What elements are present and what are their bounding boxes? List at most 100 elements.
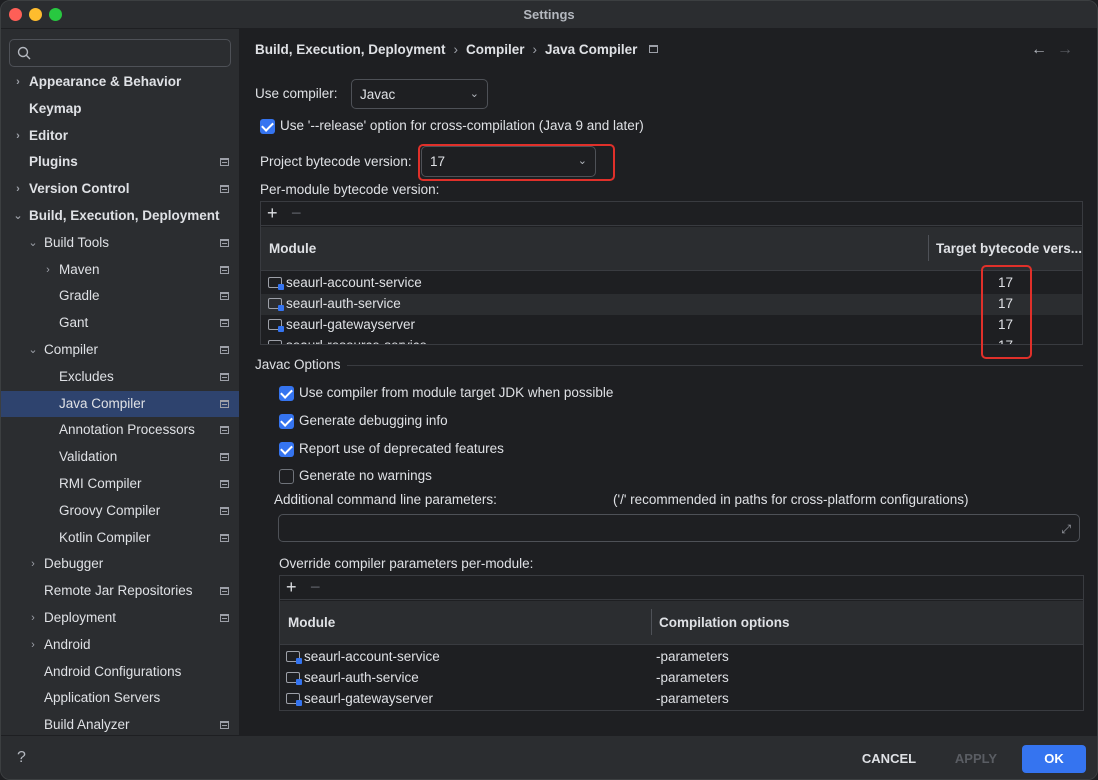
sidebar-item-build-execution-deployment[interactable]: ⌄ Build, Execution, Deployment: [1, 203, 239, 230]
module-folder-icon: [268, 277, 284, 290]
no-warnings-checkbox[interactable]: [279, 469, 294, 484]
additional-params-hint: ('/' recommended in paths for cross-plat…: [613, 492, 969, 507]
module-folder-icon: [286, 651, 302, 664]
column-header-module[interactable]: Module: [269, 241, 316, 256]
sidebar-item-maven[interactable]: › Maven: [1, 257, 239, 284]
sidebar-item-label: Remote Jar Repositories: [44, 583, 193, 599]
project-scope-icon: [220, 533, 229, 542]
use-compiler-value: Javac: [360, 87, 396, 102]
sidebar-item-debugger[interactable]: › Debugger: [1, 551, 239, 578]
module-bytecode-table: + − Module Target bytecode vers... seaur…: [260, 201, 1083, 345]
table-row[interactable]: seaurl-account-service 17: [261, 273, 1082, 294]
remove-icon[interactable]: −: [310, 577, 321, 598]
sidebar-item-java-compiler[interactable]: Java Compiler: [1, 390, 239, 418]
sidebar-item-label: Kotlin Compiler: [59, 529, 151, 545]
module-name: seaurl-gatewayserver: [304, 691, 434, 706]
javac-options-title: Javac Options: [255, 357, 341, 372]
chevron-down-icon[interactable]: ⌄: [12, 203, 24, 230]
no-warnings-label: Generate no warnings: [299, 468, 432, 483]
module-name: seaurl-auth-service: [304, 670, 419, 685]
column-divider[interactable]: [651, 609, 652, 635]
highlight-annotation: [981, 265, 1032, 359]
sidebar-item-compiler[interactable]: ⌄ Compiler: [1, 337, 239, 364]
sidebar-item-deployment[interactable]: › Deployment: [1, 605, 239, 632]
table-row[interactable]: seaurl-account-service -parameters: [280, 647, 1083, 668]
chevron-right-icon[interactable]: ›: [27, 551, 39, 578]
help-icon[interactable]: ?: [17, 749, 26, 767]
sidebar-item-gant[interactable]: Gant: [1, 310, 239, 337]
table-row[interactable]: seaurl-resource-service 17: [261, 336, 1082, 344]
use-target-jdk-checkbox[interactable]: [279, 386, 294, 401]
sidebar-item-annotation-processors[interactable]: Annotation Processors: [1, 417, 239, 444]
sidebar-item-label: Gant: [59, 315, 89, 331]
add-icon[interactable]: +: [286, 577, 297, 598]
breadcrumb-item[interactable]: Compiler: [466, 42, 525, 57]
ok-button[interactable]: OK: [1022, 745, 1086, 773]
chevron-down-icon[interactable]: ⌄: [27, 337, 39, 364]
sidebar-item-build-analyzer[interactable]: Build Analyzer: [1, 712, 239, 735]
chevron-right-icon[interactable]: ›: [42, 257, 54, 284]
compilation-options: -parameters: [656, 670, 729, 685]
module-name: seaurl-resource-service: [286, 338, 427, 344]
sidebar-item-keymap[interactable]: Keymap: [1, 96, 239, 123]
sidebar-item-build-tools[interactable]: ⌄ Build Tools: [1, 230, 239, 257]
compilation-options: -parameters: [656, 649, 729, 664]
settings-window: Settings › Appearance & Behavior Keymap › Ed…: [0, 0, 1098, 780]
sidebar-item-validation[interactable]: Validation: [1, 444, 239, 471]
project-scope-icon: [220, 185, 229, 194]
column-divider[interactable]: [928, 235, 929, 261]
table-row[interactable]: seaurl-gatewayserver 17: [261, 315, 1082, 336]
sidebar-item-android-configurations[interactable]: Android Configurations: [1, 659, 239, 686]
sidebar-item-excludes[interactable]: Excludes: [1, 364, 239, 391]
column-header-target[interactable]: Target bytecode vers...: [936, 241, 1082, 256]
release-option-checkbox[interactable]: [260, 119, 275, 134]
expand-icon[interactable]: ⤢: [1061, 522, 1071, 537]
column-header-options[interactable]: Compilation options: [659, 615, 790, 630]
per-module-label: Per-module bytecode version:: [260, 182, 440, 197]
add-icon[interactable]: +: [267, 203, 278, 224]
sidebar-item-remote-jar-repositories[interactable]: Remote Jar Repositories: [1, 578, 239, 605]
bytecode-version-select[interactable]: 17 ⌄: [421, 146, 596, 177]
forward-arrow-icon[interactable]: →: [1057, 41, 1073, 59]
table-row[interactable]: seaurl-auth-service -parameters: [280, 668, 1083, 689]
sidebar-item-editor[interactable]: › Editor: [1, 123, 239, 150]
deprecated-features-checkbox[interactable]: [279, 442, 294, 457]
breadcrumb-item[interactable]: Build, Execution, Deployment: [255, 42, 446, 57]
sidebar-item-gradle[interactable]: Gradle: [1, 283, 239, 310]
sidebar-item-android[interactable]: › Android: [1, 632, 239, 659]
project-scope-icon: [649, 45, 659, 54]
chevron-down-icon: ⌄: [469, 88, 479, 100]
project-scope-icon: [220, 292, 229, 301]
sidebar-item-label: Build Tools: [44, 234, 110, 250]
chevron-down-icon[interactable]: ⌄: [27, 230, 39, 257]
remove-icon[interactable]: −: [291, 203, 302, 224]
project-scope-icon: [220, 479, 229, 488]
chevron-right-icon[interactable]: ›: [27, 632, 39, 659]
debugging-info-label: Generate debugging info: [299, 413, 448, 428]
chevron-right-icon[interactable]: ›: [12, 123, 24, 150]
use-compiler-select[interactable]: Javac ⌄: [351, 79, 488, 109]
chevron-right-icon[interactable]: ›: [12, 69, 24, 96]
sidebar-item-rmi-compiler[interactable]: RMI Compiler: [1, 471, 239, 498]
sidebar-item-plugins[interactable]: Plugins: [1, 149, 239, 176]
sidebar-item-groovy-compiler[interactable]: Groovy Compiler: [1, 498, 239, 525]
table-row[interactable]: seaurl-auth-service 17: [261, 294, 1082, 315]
sidebar-item-label: Plugins: [29, 154, 78, 170]
column-header-module[interactable]: Module: [288, 615, 335, 630]
search-input[interactable]: [9, 39, 231, 67]
chevron-right-icon[interactable]: ›: [12, 176, 24, 203]
sidebar-item-label: Keymap: [29, 100, 82, 116]
debugging-info-checkbox[interactable]: [279, 414, 294, 429]
chevron-right-icon[interactable]: ›: [27, 605, 39, 632]
sidebar-item-version-control[interactable]: › Version Control: [1, 176, 239, 203]
apply-button[interactable]: APPLY: [941, 745, 1011, 773]
table-row[interactable]: seaurl-gatewayserver -parameters: [280, 689, 1083, 710]
sidebar-item-kotlin-compiler[interactable]: Kotlin Compiler: [1, 525, 239, 552]
cancel-button[interactable]: CANCEL: [851, 745, 927, 773]
table-toolbar: + −: [280, 576, 1083, 600]
back-arrow-icon[interactable]: ←: [1031, 41, 1047, 59]
sidebar-item-application-servers[interactable]: Application Servers: [1, 685, 239, 712]
sidebar-item-appearance-behavior[interactable]: › Appearance & Behavior: [1, 69, 239, 96]
additional-params-field[interactable]: ⤢: [278, 514, 1080, 542]
sidebar-item-label: Android Configurations: [44, 663, 182, 679]
